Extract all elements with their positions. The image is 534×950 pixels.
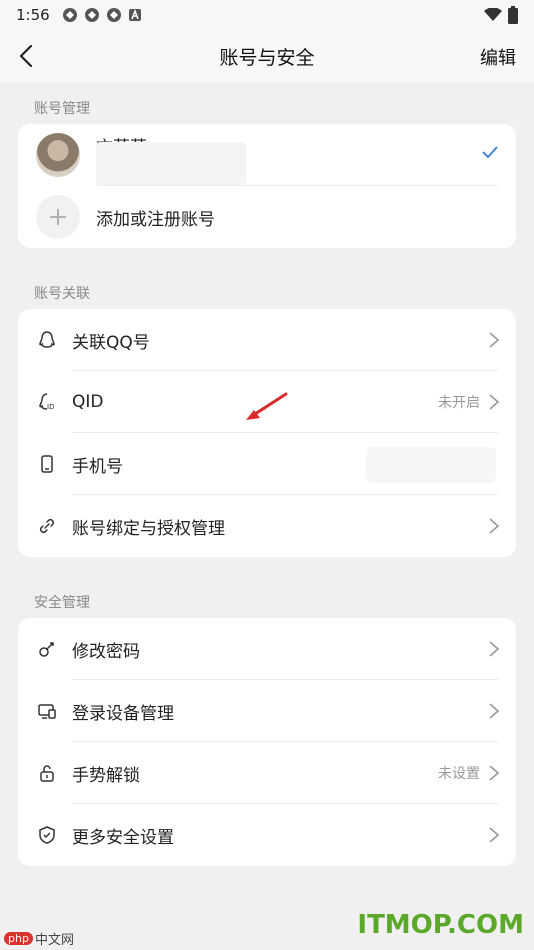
qid-status: 未开启 — [438, 395, 480, 411]
chevron-right-icon — [489, 332, 500, 348]
redacted-account-info — [96, 142, 246, 186]
change-password-label: 修改密码 — [72, 641, 140, 662]
status-bar: 1:56 — [0, 0, 534, 30]
qq-icon — [36, 329, 58, 351]
chevron-left-icon — [19, 44, 33, 68]
more-security-label: 更多安全设置 — [72, 827, 174, 848]
current-account-row[interactable]: 亦莫莫 — [18, 124, 516, 186]
link-icon — [36, 515, 58, 537]
battery-icon — [508, 6, 518, 24]
redacted-phone-number — [366, 447, 496, 483]
device-icon — [36, 700, 58, 722]
top-nav-bar: 账号与安全 编辑 — [0, 30, 534, 82]
link-card: 关联QQ号 ID QID 未开启 手机号 账号绑定与授权管理 — [18, 309, 516, 557]
avatar — [36, 133, 80, 177]
chevron-right-icon — [489, 827, 500, 843]
notification-icons — [62, 7, 142, 23]
chevron-right-icon — [489, 394, 500, 410]
edit-button[interactable]: 编辑 — [480, 44, 516, 70]
notification-app-icon — [84, 8, 99, 22]
checkmark-icon — [482, 146, 498, 158]
login-devices-label: 登录设备管理 — [72, 703, 174, 724]
section-label-link: 账号关联 — [34, 286, 90, 302]
binding-auth-label: 账号绑定与授权管理 — [72, 518, 225, 539]
back-button[interactable] — [12, 42, 40, 70]
phone-label: 手机号 — [72, 456, 123, 477]
system-icons — [484, 6, 518, 24]
svg-text:ID: ID — [47, 403, 54, 411]
status-time: 1:56 — [16, 6, 50, 24]
chevron-right-icon — [489, 703, 500, 719]
section-label-security: 安全管理 — [34, 595, 90, 611]
notification-app-icon — [106, 8, 121, 22]
gesture-unlock-status: 未设置 — [438, 766, 480, 782]
qid-icon: ID — [36, 391, 58, 413]
watermark-php-badge: php — [4, 932, 33, 945]
watermark-itmop: ITMOP.COM — [357, 910, 524, 940]
more-security-row[interactable]: 更多安全设置 — [18, 804, 516, 866]
gesture-unlock-row[interactable]: 手势解锁 未设置 — [18, 742, 516, 804]
plus-icon — [50, 209, 66, 225]
notification-a-icon — [128, 8, 141, 21]
notification-app-icon — [62, 8, 77, 22]
change-password-row[interactable]: 修改密码 — [18, 618, 516, 680]
lock-icon — [36, 762, 58, 784]
security-card: 修改密码 登录设备管理 手势解锁 未设置 更多安全设置 — [18, 618, 516, 866]
watermark-php-cn: php 中文网 — [4, 929, 74, 948]
link-qq-row[interactable]: 关联QQ号 — [18, 309, 516, 371]
chevron-right-icon — [489, 518, 500, 534]
chevron-right-icon — [489, 641, 500, 657]
link-qq-label: 关联QQ号 — [72, 332, 150, 353]
key-icon — [36, 638, 58, 660]
watermark-left-text: 中文网 — [34, 933, 74, 948]
login-devices-row[interactable]: 登录设备管理 — [18, 680, 516, 742]
section-label-accounts: 账号管理 — [34, 101, 90, 117]
annotation-arrow-icon — [246, 392, 288, 420]
add-account-button[interactable] — [36, 195, 80, 239]
chevron-right-icon — [489, 765, 500, 781]
add-account-row[interactable]: 添加或注册账号 — [18, 186, 516, 248]
accounts-card: 亦莫莫 添加或注册账号 — [18, 124, 516, 248]
binding-auth-row[interactable]: 账号绑定与授权管理 — [18, 495, 516, 557]
qid-label: QID — [72, 392, 104, 412]
phone-icon — [36, 453, 58, 475]
shield-icon — [36, 824, 58, 846]
page-title: 账号与安全 — [219, 46, 315, 69]
phone-row[interactable]: 手机号 — [18, 433, 516, 495]
add-account-label: 添加或注册账号 — [96, 209, 215, 230]
wifi-icon — [484, 8, 502, 21]
gesture-unlock-label: 手势解锁 — [72, 765, 140, 786]
